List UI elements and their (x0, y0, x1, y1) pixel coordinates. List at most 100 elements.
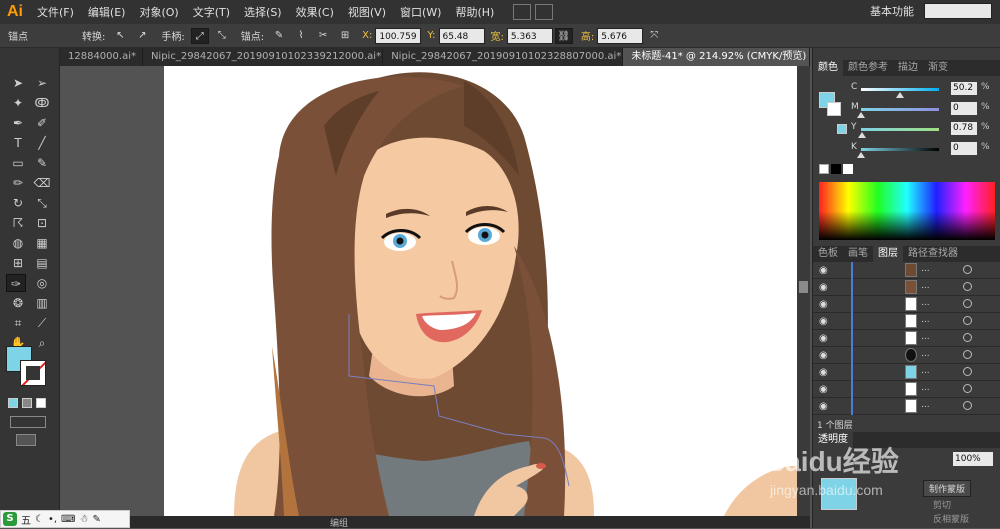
height-field[interactable]: 5.676 mm (597, 27, 644, 58)
artboard[interactable] (164, 66, 797, 516)
layer-name[interactable]: ... (921, 383, 930, 393)
tab-document-active[interactable]: 未标题-41* @ 214.92% (CMYK/预览) (623, 48, 810, 66)
moon-icon[interactable]: ☾ (35, 514, 44, 525)
curvature-tool-icon[interactable]: ✐ (32, 114, 52, 132)
tab-pathfinder[interactable]: 路径查找器 (903, 246, 963, 262)
visibility-icon[interactable]: ◉ (819, 384, 828, 395)
shape-builder-tool-icon[interactable]: ◍ (8, 234, 28, 252)
yellow-value[interactable]: 0.78 (951, 122, 977, 135)
workspace-switcher[interactable]: 基本功能 (870, 3, 914, 19)
layer-row[interactable]: ◉... (813, 279, 1000, 296)
blend-tool-icon[interactable]: ◎ (32, 274, 52, 292)
zoom-tool-icon[interactable]: ⌕ (32, 334, 52, 352)
slider-handle[interactable] (857, 152, 865, 158)
visibility-icon[interactable]: ◉ (819, 333, 828, 344)
layer-name[interactable]: ... (921, 281, 930, 291)
menu-window[interactable]: 窗口(W) (393, 4, 448, 20)
paintbrush-tool-icon[interactable]: ✎ (32, 154, 52, 172)
symbol-sprayer-tool-icon[interactable]: ❂ (8, 294, 28, 312)
black-track[interactable] (857, 148, 939, 158)
menu-help[interactable]: 帮助(H) (448, 4, 501, 20)
artboard-tool-icon[interactable]: ⌗ (8, 314, 28, 332)
menu-object[interactable]: 对象(O) (132, 4, 185, 20)
target-icon[interactable] (963, 333, 972, 342)
layer-name[interactable]: ... (921, 400, 930, 410)
bridge-icon[interactable] (513, 4, 532, 20)
perspective-grid-tool-icon[interactable]: ▦ (32, 234, 52, 252)
slider-handle[interactable] (857, 112, 865, 118)
target-icon[interactable] (963, 316, 972, 325)
scrollbar-thumb[interactable] (799, 281, 808, 293)
tab-document-1[interactable]: 12884000.ai* (60, 48, 143, 66)
layer-row[interactable]: ◉... (813, 262, 1000, 279)
draw-mode-icon[interactable] (10, 416, 46, 428)
tab-color-guide[interactable]: 颜色参考 (843, 60, 893, 76)
warp-tool-icon[interactable]: ☈ (8, 214, 28, 232)
free-transform-tool-icon[interactable]: ⊡ (32, 214, 52, 232)
arrange-documents-icon[interactable] (535, 4, 554, 20)
target-icon[interactable] (963, 367, 972, 376)
pen-tool-icon[interactable]: ✒ (8, 114, 28, 132)
ime-mode[interactable]: 五 (21, 512, 31, 527)
screen-mode-icon[interactable] (16, 434, 36, 446)
clip-checkbox[interactable]: 剪切 (933, 498, 951, 511)
yellow-track[interactable] (857, 128, 939, 138)
invert-mask-checkbox[interactable]: 反相蒙版 (933, 512, 969, 525)
layer-name[interactable]: ... (921, 315, 930, 325)
slider-handle[interactable] (857, 132, 866, 138)
tab-stroke[interactable]: 描边 (893, 60, 923, 76)
reference-point-icon[interactable]: ⊞ (336, 28, 354, 44)
pencil-tool-icon[interactable]: ✏ (8, 174, 28, 192)
type-tool-icon[interactable]: T (8, 134, 28, 152)
cyan-value[interactable]: 50.2 (951, 82, 977, 95)
x-field[interactable]: 100.759 (375, 27, 422, 44)
cut-path-icon[interactable]: ✂ (314, 28, 332, 44)
out-of-gamut-swatch[interactable] (837, 124, 847, 134)
visibility-icon[interactable]: ◉ (819, 316, 828, 327)
layer-row[interactable]: ◉... (813, 398, 1000, 415)
layer-name[interactable]: ... (921, 349, 930, 359)
visibility-icon[interactable]: ◉ (819, 401, 828, 412)
mesh-tool-icon[interactable]: ⊞ (8, 254, 28, 272)
magenta-value[interactable]: 0 (951, 102, 977, 115)
link-proportions-icon[interactable]: ⛓ (554, 27, 573, 44)
cyan-slider[interactable]: C 50.2 % (851, 82, 999, 98)
target-icon[interactable] (963, 401, 972, 410)
make-mask-button[interactable]: 制作蒙版 (923, 480, 972, 497)
magic-wand-tool-icon[interactable]: ✦ (8, 94, 28, 112)
settings-icon[interactable]: ✎ (92, 514, 100, 525)
gradient-mode-icon[interactable] (22, 398, 32, 408)
column-graph-tool-icon[interactable]: ▥ (32, 294, 52, 312)
tab-document-2[interactable]: Nipic_29842067_20190910102339212000.ai* (143, 48, 384, 66)
black-swatch[interactable] (831, 164, 841, 174)
convert-corner-icon[interactable]: ↖ (111, 28, 129, 44)
visibility-icon[interactable]: ◉ (819, 282, 828, 293)
menu-type[interactable]: 文字(T) (186, 4, 237, 20)
layer-name[interactable]: ... (921, 366, 930, 376)
skin-icon[interactable]: ☃ (79, 514, 88, 525)
rectangle-tool-icon[interactable]: ▭ (8, 154, 28, 172)
layer-name[interactable]: ... (921, 298, 930, 308)
gradient-tool-icon[interactable]: ▤ (32, 254, 52, 272)
layer-row[interactable]: ◉... (813, 381, 1000, 398)
visibility-icon[interactable]: ◉ (819, 299, 828, 310)
black-value[interactable]: 0 (951, 142, 977, 155)
help-search-input[interactable] (924, 3, 992, 19)
menu-select[interactable]: 选择(S) (237, 4, 289, 20)
panel-stroke-swatch[interactable] (827, 102, 841, 116)
layer-row[interactable]: ◉... (813, 296, 1000, 313)
magenta-slider[interactable]: M 0 % (851, 102, 999, 118)
selection-tool-icon[interactable]: ➤ (8, 74, 28, 92)
connect-anchor-icon[interactable]: ⌇ (292, 28, 310, 44)
layer-row[interactable]: ◉... (813, 313, 1000, 330)
tab-color[interactable]: 颜色 (813, 60, 843, 76)
sogou-logo-icon[interactable]: S (3, 512, 17, 526)
tab-layers[interactable]: 图层 (873, 246, 903, 262)
color-mode-icon[interactable] (8, 398, 18, 408)
hide-handles-icon[interactable]: ⤡ (213, 28, 231, 44)
tab-gradient[interactable]: 渐变 (923, 60, 953, 76)
y-field[interactable]: 65.48 mm (438, 27, 485, 58)
layer-row[interactable]: ◉... (813, 347, 1000, 364)
rotate-tool-icon[interactable]: ↻ (8, 194, 28, 212)
layer-name[interactable]: ... (921, 264, 930, 274)
